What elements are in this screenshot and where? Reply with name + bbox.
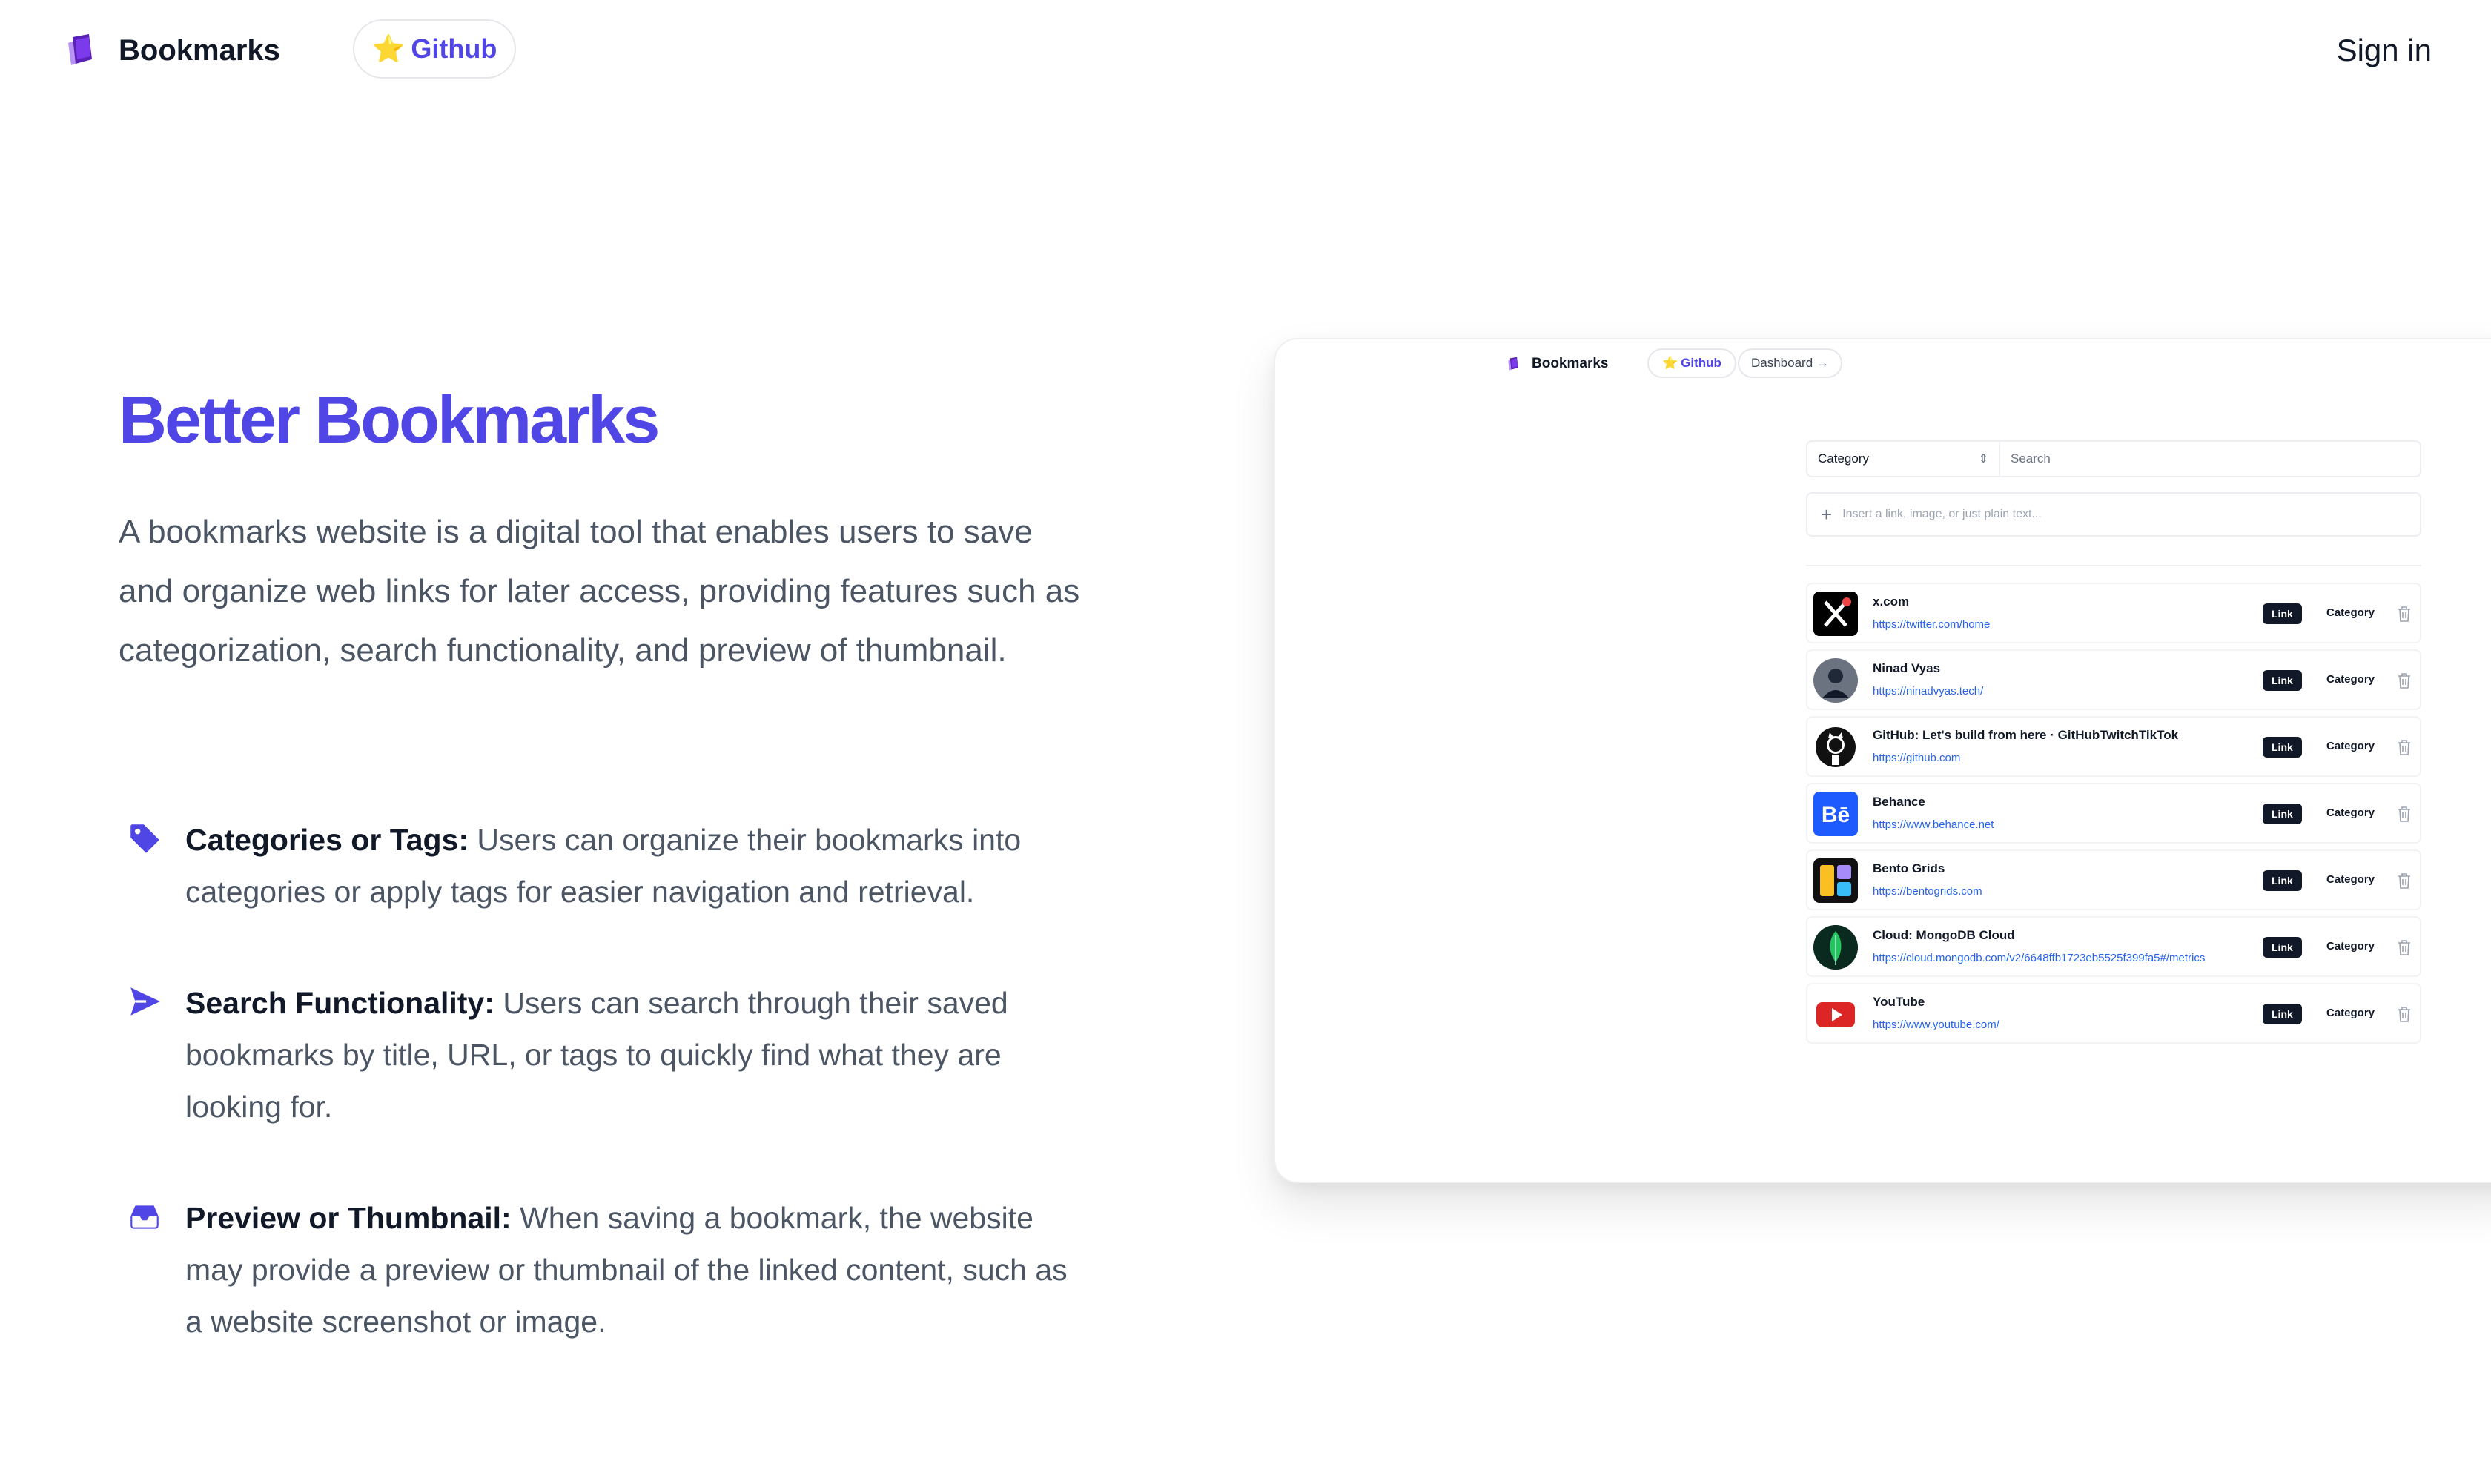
preview-insert-placeholder: Insert a link, image, or just plain text… bbox=[1842, 508, 2042, 520]
feature-preview: Preview or Thumbnail: When saving a book… bbox=[119, 1192, 1082, 1348]
app-preview-screenshot: Bookmarks ⭐ Github Dashboard → Category … bbox=[1274, 338, 2491, 1183]
feature-search: Search Functionality: Users can search t… bbox=[119, 977, 1082, 1133]
github-icon bbox=[1813, 725, 1858, 769]
bookmark-url: https://twitter.com/home bbox=[1873, 618, 1991, 631]
preview-category-select-value: Category bbox=[1818, 451, 1869, 466]
preview-github-label: Github bbox=[1681, 356, 1721, 370]
preview-brand-name: Bookmarks bbox=[1532, 356, 1609, 371]
preview-bookmark-list: x.com https://twitter.com/home Link Cate… bbox=[1806, 583, 2421, 1050]
bento-grids-icon bbox=[1813, 858, 1858, 903]
bookmark-url: https://ninadvyas.tech/ bbox=[1873, 685, 1984, 698]
x-logo-icon bbox=[1813, 592, 1858, 636]
category-label: Category bbox=[2326, 606, 2375, 619]
link-badge: Link bbox=[2263, 737, 2302, 758]
bookmark-row: Cloud: MongoDB Cloud https://cloud.mongo… bbox=[1806, 916, 2421, 977]
divider bbox=[1806, 565, 2421, 566]
bookmarks-logo-icon bbox=[1508, 357, 1518, 371]
bookmark-row: YouTube https://www.youtube.com/ Link Ca… bbox=[1806, 983, 2421, 1044]
behance-icon: Bē bbox=[1813, 792, 1858, 836]
brand-name[interactable]: Bookmarks bbox=[119, 31, 280, 70]
bookmarks-logo-icon[interactable] bbox=[61, 31, 99, 70]
preview-dashboard-button: Dashboard → bbox=[1738, 348, 1842, 378]
hero-description: A bookmarks website is a digital tool th… bbox=[119, 514, 1080, 669]
svg-text:Bē: Bē bbox=[1822, 803, 1850, 827]
preview-category-select: Category ⇕ bbox=[1806, 440, 2000, 477]
link-badge: Link bbox=[2263, 670, 2302, 691]
bookmark-row: GitHub: Let's build from here · GitHubTw… bbox=[1806, 716, 2421, 777]
star-icon: ⭐ bbox=[371, 33, 406, 64]
link-badge: Link bbox=[2263, 870, 2302, 891]
bookmark-row: Bento Grids https://bentogrids.com Link … bbox=[1806, 849, 2421, 910]
feature-title: Preview or Thumbnail: bbox=[185, 1201, 512, 1235]
feature-title: Search Functionality: bbox=[185, 986, 494, 1020]
preview-github-button: ⭐ Github bbox=[1647, 348, 1736, 378]
preview-insert-input: + Insert a link, image, or just plain te… bbox=[1806, 492, 2421, 537]
trash-icon bbox=[2398, 606, 2410, 622]
category-label: Category bbox=[2326, 940, 2375, 953]
trash-icon bbox=[2398, 873, 2410, 889]
trash-icon bbox=[2398, 806, 2410, 822]
category-label: Category bbox=[2326, 1007, 2375, 1019]
sign-in-link[interactable]: Sign in bbox=[2337, 30, 2432, 71]
github-label: Github bbox=[411, 33, 497, 64]
link-badge: Link bbox=[2263, 603, 2302, 624]
link-badge: Link bbox=[2263, 937, 2302, 958]
feature-title: Categories or Tags: bbox=[185, 823, 469, 857]
bookmark-row: Ninad Vyas https://ninadvyas.tech/ Link … bbox=[1806, 649, 2421, 710]
bookmark-title: Bento Grids bbox=[1873, 861, 1945, 875]
bookmark-title: Cloud: MongoDB Cloud bbox=[1873, 928, 2015, 942]
star-icon: ⭐ bbox=[1662, 356, 1678, 370]
bookmark-title: Ninad Vyas bbox=[1873, 661, 1941, 675]
bookmark-title: Behance bbox=[1873, 795, 1925, 809]
category-label: Category bbox=[2326, 873, 2375, 886]
mongodb-icon bbox=[1813, 925, 1858, 970]
bookmark-row: Bē Behance https://www.behance.net Link … bbox=[1806, 783, 2421, 844]
trash-icon bbox=[2398, 740, 2410, 755]
bookmark-url: https://cloud.mongodb.com/v2/6648ffb1723… bbox=[1873, 952, 2206, 964]
chevron-up-down-icon: ⇕ bbox=[1978, 453, 1988, 466]
trash-icon bbox=[2398, 1007, 2410, 1022]
link-badge: Link bbox=[2263, 1004, 2302, 1024]
bookmark-title: GitHub: Let's build from here · GitHubTw… bbox=[1873, 728, 2179, 742]
github-button[interactable]: ⭐ Github bbox=[353, 19, 516, 79]
preview-search-input: Search bbox=[1999, 440, 2421, 477]
bookmark-url: https://bentogrids.com bbox=[1873, 885, 1982, 898]
category-label: Category bbox=[2326, 673, 2375, 686]
tag-icon bbox=[130, 824, 159, 853]
plus-icon: + bbox=[1821, 503, 1833, 526]
link-badge: Link bbox=[2263, 804, 2302, 824]
feature-categories: Categories or Tags: Users can organize t… bbox=[119, 814, 1082, 918]
trash-icon bbox=[2398, 940, 2410, 955]
paper-plane-icon bbox=[130, 987, 160, 1016]
inbox-icon bbox=[130, 1205, 159, 1229]
category-label: Category bbox=[2326, 740, 2375, 752]
page-title: Better Bookmarks bbox=[119, 383, 660, 457]
bookmark-title: x.com bbox=[1873, 594, 1910, 609]
bookmark-title: YouTube bbox=[1873, 995, 1925, 1009]
bookmark-url: https://www.youtube.com/ bbox=[1873, 1018, 1999, 1031]
category-label: Category bbox=[2326, 806, 2375, 819]
bookmark-url: https://github.com bbox=[1873, 752, 1961, 764]
avatar-icon bbox=[1813, 658, 1858, 703]
bookmark-row: x.com https://twitter.com/home Link Cate… bbox=[1806, 583, 2421, 643]
bookmark-url: https://www.behance.net bbox=[1873, 818, 1994, 831]
youtube-icon bbox=[1813, 992, 1858, 1036]
trash-icon bbox=[2398, 673, 2410, 689]
